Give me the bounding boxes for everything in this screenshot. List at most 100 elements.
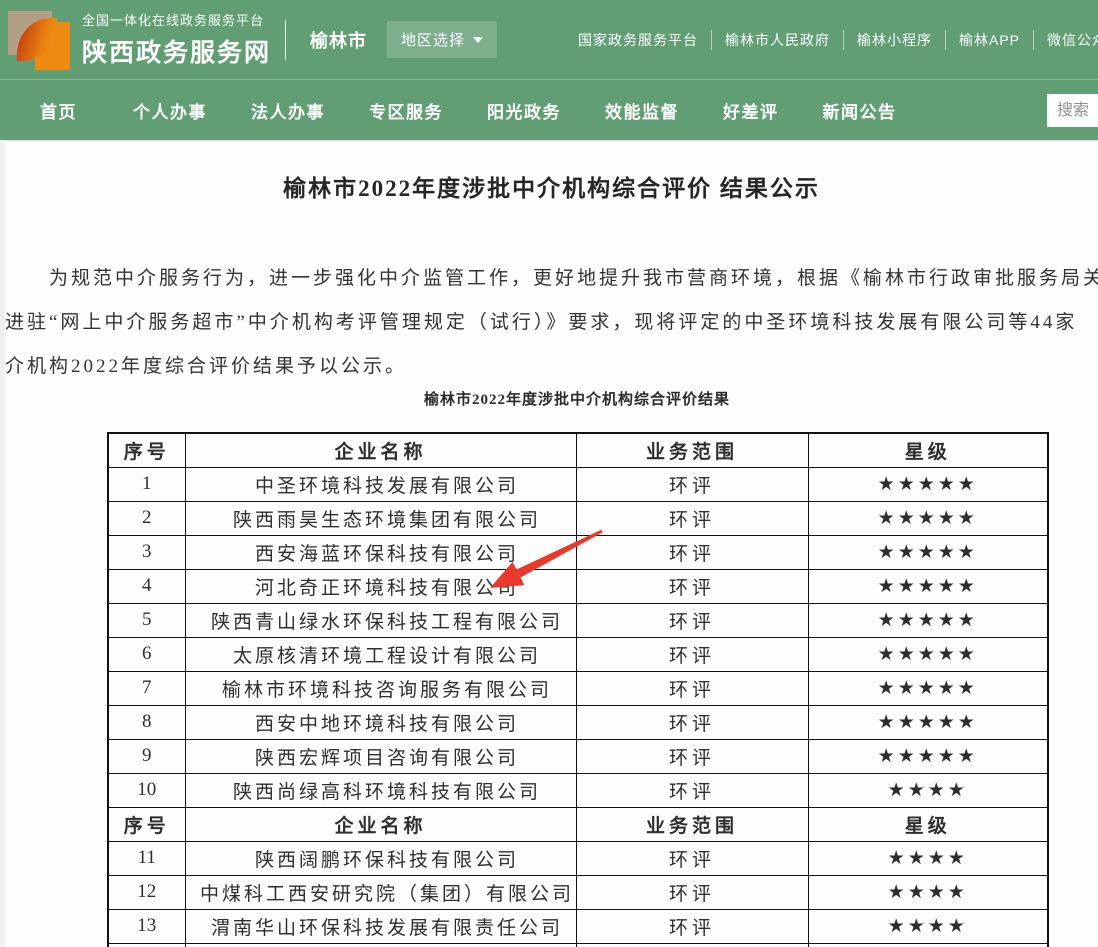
search-input[interactable]: [1047, 94, 1098, 127]
company-name-cell: 西安中地环境科技有限公司: [185, 705, 576, 739]
column-header: 业务范围: [576, 807, 808, 841]
table-row: 5陕西青山绿水环保科技工程有限公司环评★★★★★: [108, 603, 1048, 637]
evaluation-table: 序号企业名称业务范围星级1中圣环境科技发展有限公司环评★★★★★2陕西雨昊生态环…: [107, 432, 1049, 947]
nav-item-rating[interactable]: 好差评: [723, 98, 779, 123]
star-rating-cell: ★★★★★: [808, 535, 1048, 569]
empty-cell: [808, 943, 1048, 947]
business-scope-cell: 环评: [576, 671, 808, 705]
link-app[interactable]: 榆林APP: [945, 30, 1033, 50]
company-name-cell: 陕西青山绿水环保科技工程有限公司: [185, 603, 576, 637]
table-row: 8西安中地环境科技有限公司环评★★★★★: [108, 705, 1048, 739]
table-row: 6太原核清环境工程设计有限公司环评★★★★★: [108, 637, 1048, 671]
row-number-cell: 8: [108, 705, 185, 739]
company-name-cell: 中圣环境科技发展有限公司: [185, 467, 576, 501]
row-number-cell: 7: [108, 671, 185, 705]
row-number-cell: 6: [108, 637, 185, 671]
business-scope-cell: 环评: [576, 569, 808, 603]
star-rating-cell: ★★★★★: [808, 467, 1048, 501]
row-number-cell: 11: [108, 841, 185, 875]
star-rating-cell: ★★★★: [808, 909, 1048, 943]
row-number-cell: 9: [108, 739, 185, 773]
company-name-cell: 太原核清环境工程设计有限公司: [185, 637, 576, 671]
nav-item-zone-services[interactable]: 专区服务: [369, 98, 443, 123]
site-name: 陕西政务服务网: [82, 33, 271, 69]
table-row: 2陕西雨昊生态环境集团有限公司环评★★★★★: [108, 501, 1048, 535]
header-divider: [285, 20, 286, 60]
region-selector-label: 地区选择: [401, 29, 465, 50]
company-name-cell: 陕西宏辉项目咨询有限公司: [185, 739, 576, 773]
business-scope-cell: 环评: [576, 467, 808, 501]
table-caption: 榆林市2022年度涉批中介机构综合评价结果: [107, 389, 1047, 411]
table-row: 10陕西尚绿高科环境科技有限公司环评★★★★: [108, 773, 1048, 807]
row-number-cell: 12: [108, 875, 185, 909]
link-mini-program[interactable]: 榆林小程序: [843, 30, 945, 50]
site-logo-icon: [8, 9, 70, 71]
company-name-cell: 渭南华山环保科技发展有限责任公司: [185, 909, 576, 943]
company-name-cell: 榆林市环境科技咨询服务有限公司: [185, 671, 576, 705]
business-scope-cell: 环评: [576, 603, 808, 637]
star-rating-cell: ★★★★★: [808, 603, 1048, 637]
business-scope-cell: 环评: [576, 875, 808, 909]
nav-item-home[interactable]: 首页: [40, 98, 77, 123]
paragraph-line: 介机构2022年度综合评价结果予以公示。: [5, 345, 1098, 389]
row-number-cell: 5: [108, 603, 185, 637]
column-header: 企业名称: [185, 807, 576, 841]
paragraph-line: 为规范中介服务行为，进一步强化中介监管工作，更好地提升我市营商环境，根据《榆林市…: [5, 257, 1098, 301]
column-header: 企业名称: [185, 433, 576, 467]
announcement-content: 榆林市2022年度涉批中介机构综合评价 结果公示 为规范中介服务行为，进一步强化…: [5, 140, 1098, 947]
row-number-cell: 10: [108, 773, 185, 807]
nav-item-news[interactable]: 新闻公告: [823, 98, 897, 123]
empty-cell: [108, 943, 185, 947]
star-rating-cell: ★★★★★: [808, 637, 1048, 671]
column-header: 序号: [108, 433, 185, 467]
nav-item-efficiency[interactable]: 效能监督: [605, 98, 679, 123]
page-title: 榆林市2022年度涉批中介机构综合评价 结果公示: [5, 171, 1098, 207]
row-number-cell: 13: [108, 909, 185, 943]
column-header: 星级: [808, 433, 1048, 467]
row-number-cell: 4: [108, 569, 185, 603]
star-rating-cell: ★★★★: [808, 773, 1048, 807]
chevron-down-icon: [473, 37, 483, 43]
table-header-row: 序号企业名称业务范围星级: [108, 433, 1048, 467]
nav-item-corporate[interactable]: 法人办事: [251, 98, 325, 123]
table-row-clipped: [108, 943, 1048, 947]
link-city-government[interactable]: 榆林市人民政府: [711, 30, 843, 50]
region-selector-button[interactable]: 地区选择: [387, 21, 497, 58]
business-scope-cell: 环评: [576, 705, 808, 739]
row-number-cell: 1: [108, 467, 185, 501]
star-rating-cell: ★★★★★: [808, 705, 1048, 739]
row-number-cell: 2: [108, 501, 185, 535]
announcement-paragraph: 为规范中介服务行为，进一步强化中介监管工作，更好地提升我市营商环境，根据《榆林市…: [5, 257, 1098, 389]
link-national-platform[interactable]: 国家政务服务平台: [578, 30, 711, 50]
star-rating-cell: ★★★★: [808, 841, 1048, 875]
brand-block: 全国一体化在线政务服务平台 陕西政务服务网: [82, 10, 271, 69]
table-row: 11陕西阔鹏环保科技有限公司环评★★★★: [108, 841, 1048, 875]
business-scope-cell: 环评: [576, 501, 808, 535]
table-row: 9陕西宏辉项目咨询有限公司环评★★★★★: [108, 739, 1048, 773]
evaluation-table-body: 序号企业名称业务范围星级1中圣环境科技发展有限公司环评★★★★★2陕西雨昊生态环…: [108, 433, 1048, 947]
empty-cell: [576, 943, 808, 947]
row-number-cell: 3: [108, 535, 185, 569]
company-name-cell: 陕西阔鹏环保科技有限公司: [185, 841, 576, 875]
current-city-label: 榆林市: [310, 27, 367, 53]
company-name-cell: 西安海蓝环保科技有限公司: [185, 535, 576, 569]
main-nav: 首页 个人办事 法人办事 专区服务 阳光政务 效能监督 好差评 新闻公告: [0, 79, 1098, 140]
star-rating-cell: ★★★★: [808, 875, 1048, 909]
nav-item-open-government[interactable]: 阳光政务: [487, 98, 561, 123]
top-header: 全国一体化在线政务服务平台 陕西政务服务网 榆林市 地区选择 国家政务服务平台 …: [0, 0, 1098, 79]
business-scope-cell: 环评: [576, 841, 808, 875]
star-rating-cell: ★★★★★: [808, 501, 1048, 535]
nav-item-personal[interactable]: 个人办事: [133, 98, 207, 123]
link-wechat-account[interactable]: 微信公众号: [1033, 30, 1098, 50]
header-links: 国家政务服务平台 榆林市人民政府 榆林小程序 榆林APP 微信公众号 注册: [578, 0, 1098, 79]
table-header-row: 序号企业名称业务范围星级: [108, 807, 1048, 841]
column-header: 序号: [108, 807, 185, 841]
company-name-cell: 陕西雨昊生态环境集团有限公司: [185, 501, 576, 535]
business-scope-cell: 环评: [576, 535, 808, 569]
table-row: 12中煤科工西安研究院（集团）有限公司环评★★★★: [108, 875, 1048, 909]
paragraph-line: 进驻“网上中介服务超市”中介机构考评管理规定（试行）》要求，现将评定的中圣环境科…: [5, 301, 1098, 345]
business-scope-cell: 环评: [576, 739, 808, 773]
business-scope-cell: 环评: [576, 637, 808, 671]
empty-cell: [185, 943, 576, 947]
star-rating-cell: ★★★★★: [808, 569, 1048, 603]
